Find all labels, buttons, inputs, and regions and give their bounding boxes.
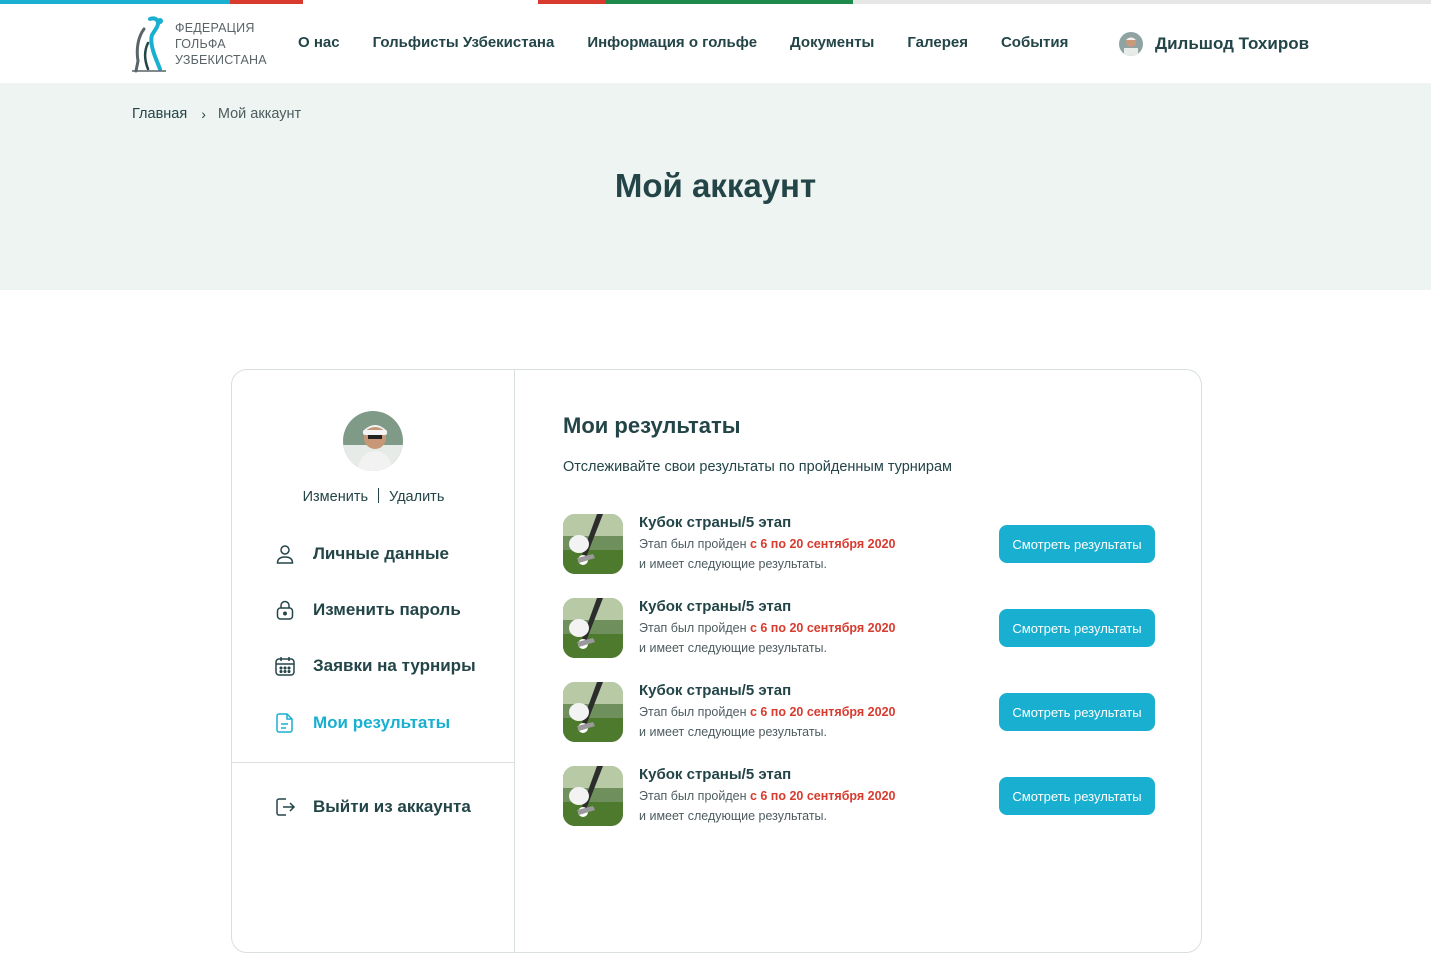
result-title: Кубок страны/5 этап <box>639 766 792 783</box>
tournament-thumbnail <box>563 682 623 742</box>
result-description-2: и имеет следующие результаты. <box>639 809 828 823</box>
avatar <box>1119 32 1143 56</box>
result-description: Этап был пройден с 6 по 20 сентября 2020 <box>639 621 896 635</box>
result-dates: с 6 по 20 сентября 2020 <box>749 705 896 719</box>
user-name: Дильшод Тохиров <box>1155 34 1310 53</box>
divider <box>378 488 380 503</box>
sidebar-item-label: Личные данные <box>313 544 449 563</box>
view-results-button[interactable]: Смотреть результаты <box>999 609 1155 647</box>
result-title: Кубок страны/5 этап <box>639 514 792 531</box>
sidebar-divider <box>232 762 515 763</box>
nav-documents[interactable]: Документы <box>790 34 874 51</box>
result-item: Кубок страны/5 этап Этап был пройден с 6… <box>563 766 1155 826</box>
result-item: Кубок страны/5 этап Этап был пройден с 6… <box>563 514 1155 574</box>
nav-events[interactable]: События <box>1001 34 1068 51</box>
account-card: Изменить Удалить Личные данные Изменить п… <box>231 369 1202 953</box>
sidebar-item-tournament-applications[interactable]: Заявки на турниры <box>273 654 476 678</box>
user-icon <box>276 545 294 564</box>
view-results-button[interactable]: Смотреть результаты <box>999 525 1155 563</box>
result-description: Этап был пройден с 6 по 20 сентября 2020 <box>639 789 896 803</box>
page-hero: Главная › Мой аккаунт Мой аккаунт <box>0 83 1431 290</box>
photo-actions: Изменить Удалить <box>232 488 515 505</box>
sidebar-item-change-password[interactable]: Изменить пароль <box>273 598 461 622</box>
sidebar-item-label: Заявки на турниры <box>313 656 476 675</box>
calendar-icon <box>275 657 295 676</box>
nav-gallery[interactable]: Галерея <box>907 34 968 51</box>
document-icon <box>276 713 293 733</box>
result-title: Кубок страны/5 этап <box>639 682 792 699</box>
view-results-button[interactable]: Смотреть результаты <box>999 693 1155 731</box>
section-subtitle: Отслеживайте свои результаты по пройденн… <box>563 459 952 475</box>
user-menu[interactable]: Дильшод Тохиров <box>1119 32 1309 56</box>
result-description-2: и имеет следующие результаты. <box>639 725 828 739</box>
nav-golf-info[interactable]: Информация о гольфе <box>587 34 757 51</box>
photo-delete-link[interactable]: Удалить <box>389 489 444 505</box>
view-results-button[interactable]: Смотреть результаты <box>999 777 1155 815</box>
sidebar-item-logout[interactable]: Выйти из аккаунта <box>273 795 471 819</box>
lock-icon <box>276 600 294 620</box>
breadcrumb-home[interactable]: Главная <box>132 106 187 122</box>
logout-icon <box>276 798 296 816</box>
golfer-logo-icon <box>132 16 166 73</box>
section-title: Мои результаты <box>563 413 741 438</box>
logo-text: ФЕДЕРАЦИЯ ГОЛЬФА УЗБЕКИСТАНА <box>175 21 267 67</box>
page-title: Мой аккаунт <box>614 167 817 204</box>
breadcrumb: Главная › Мой аккаунт <box>132 106 301 122</box>
sidebar-item-personal-data[interactable]: Личные данные <box>273 542 449 566</box>
sidebar-item-label: Изменить пароль <box>313 600 461 619</box>
sidebar-item-label: Выйти из аккаунта <box>313 797 471 816</box>
result-item: Кубок страны/5 этап Этап был пройден с 6… <box>563 598 1155 658</box>
nav-golfers[interactable]: Гольфисты Узбекистана <box>373 34 555 51</box>
result-dates: с 6 по 20 сентября 2020 <box>749 537 896 551</box>
result-item: Кубок страны/5 этап Этап был пройден с 6… <box>563 682 1155 742</box>
tournament-thumbnail <box>563 598 623 658</box>
chevron-right-icon: › <box>201 106 206 122</box>
sidebar-item-my-results[interactable]: Мои результаты <box>273 711 450 735</box>
result-description: Этап был пройден с 6 по 20 сентября 2020 <box>639 537 896 551</box>
results-panel: Мои результаты Отслеживайте свои результ… <box>563 370 1183 952</box>
tournament-thumbnail <box>563 514 623 574</box>
photo-edit-link[interactable]: Изменить <box>303 489 368 505</box>
result-description: Этап был пройден с 6 по 20 сентября 2020 <box>639 705 896 719</box>
result-title: Кубок страны/5 этап <box>639 598 792 615</box>
result-description-2: и имеет следующие результаты. <box>639 641 828 655</box>
result-dates: с 6 по 20 сентября 2020 <box>749 789 896 803</box>
profile-photo <box>343 411 403 471</box>
site-header: ФЕДЕРАЦИЯ ГОЛЬФА УЗБЕКИСТАНА О нас Гольф… <box>0 4 1431 83</box>
result-description-2: и имеет следующие результаты. <box>639 557 828 571</box>
nav-about[interactable]: О нас <box>298 34 340 51</box>
sidebar-item-label: Мои результаты <box>313 713 451 732</box>
breadcrumb-current: Мой аккаунт <box>217 106 302 122</box>
federation-logo[interactable]: ФЕДЕРАЦИЯ ГОЛЬФА УЗБЕКИСТАНА <box>130 15 270 73</box>
tournament-thumbnail <box>563 766 623 826</box>
result-dates: с 6 по 20 сентября 2020 <box>749 621 896 635</box>
account-sidebar: Изменить Удалить Личные данные Изменить п… <box>232 370 515 952</box>
main-navigation: О нас Гольфисты Узбекистана Информация о… <box>298 34 1101 51</box>
